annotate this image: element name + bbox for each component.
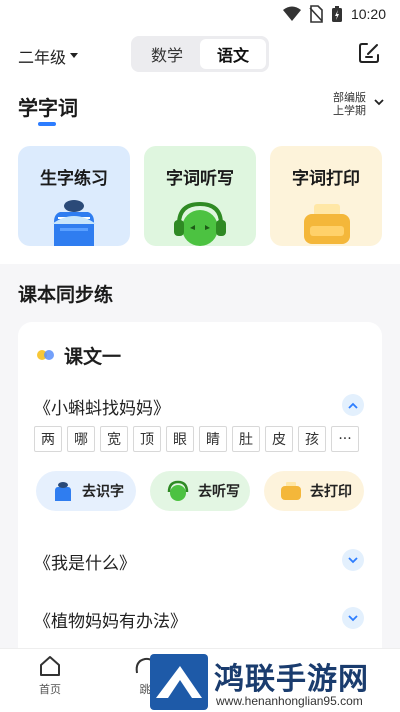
article-title[interactable]: 《我是什么》	[34, 549, 136, 574]
home-icon	[40, 656, 60, 676]
section-title-sync: 课本同步练	[18, 285, 114, 306]
edit-icon[interactable]	[358, 42, 380, 64]
tab-chinese[interactable]: 语文	[200, 39, 266, 69]
character-cell[interactable]: 眼	[166, 426, 194, 452]
title-underline	[38, 122, 56, 126]
character-cell[interactable]: 肚	[232, 426, 260, 452]
chevron-down-icon	[348, 556, 358, 563]
printer-icon	[304, 204, 350, 244]
edition-selector[interactable]: 部编版 上学期	[333, 92, 366, 118]
watermark-title: 鸿联手游网	[214, 663, 369, 696]
card-label: 生字练习	[40, 169, 108, 188]
lesson-title: 课文一	[64, 347, 122, 368]
character-cell[interactable]: 睛	[199, 426, 227, 452]
collapse-button[interactable]	[342, 394, 364, 416]
expand-button[interactable]	[342, 549, 364, 571]
expand-button[interactable]	[342, 607, 364, 629]
character-cell[interactable]: 哪	[67, 426, 95, 452]
nav-home[interactable]: 首页	[20, 655, 80, 697]
button-label: 去听写	[198, 483, 240, 499]
card-word-dictation[interactable]: 字词听写	[144, 146, 256, 246]
section-title-learn-words: 学字词	[18, 98, 78, 120]
chevron-up-icon	[348, 402, 358, 409]
go-dictation-button[interactable]: 去听写	[150, 471, 250, 511]
grade-selector[interactable]: 二年级	[18, 44, 79, 68]
grade-label: 二年级	[18, 50, 67, 67]
go-learn-characters-button[interactable]: 去识字	[36, 471, 136, 511]
status-time: 10:20	[350, 6, 386, 22]
printer-icon	[281, 482, 301, 500]
go-print-button[interactable]: 去打印	[264, 471, 364, 511]
character-cell[interactable]: 宽	[100, 426, 128, 452]
card-word-print[interactable]: 字词打印	[270, 146, 382, 246]
character-cell[interactable]: 孩	[298, 426, 326, 452]
button-label: 去识字	[82, 483, 124, 499]
no-sim-icon	[309, 5, 323, 23]
character-list: 两 哪 宽 顶 眼 睛 肚 皮 孩 ···	[34, 426, 359, 452]
character-cell[interactable]: 两	[34, 426, 62, 452]
pen-cup-icon	[55, 482, 71, 501]
chevron-down-icon[interactable]	[374, 98, 384, 106]
nav-label: 首页	[39, 684, 61, 696]
edition-line-2: 上学期	[333, 105, 366, 117]
status-bar: 10:20	[0, 0, 400, 28]
headphone-monster-icon	[174, 201, 226, 246]
chevron-down-icon	[348, 614, 358, 621]
more-characters-button[interactable]: ···	[331, 426, 359, 452]
button-label: 去打印	[310, 483, 352, 499]
wifi-icon	[282, 6, 301, 21]
watermark-overlay: 鸿联手游网 www.henanhonglian95.com	[150, 652, 400, 712]
character-cell[interactable]: 顶	[133, 426, 161, 452]
watermark-logo	[150, 654, 208, 710]
tab-math[interactable]: 数学	[134, 39, 200, 69]
watermark-url: www.henanhonglian95.com	[216, 694, 363, 708]
lesson-dots-icon	[37, 350, 54, 360]
card-label: 字词打印	[292, 169, 360, 188]
pen-cup-icon	[52, 200, 96, 246]
article-title[interactable]: 《小蝌蚪找妈妈》	[34, 394, 170, 419]
card-label: 字词听写	[166, 169, 234, 188]
battery-icon	[331, 6, 342, 22]
subject-switch: 数学 语文	[131, 36, 269, 72]
article-title[interactable]: 《植物妈妈有办法》	[34, 607, 187, 632]
nav-label: 跳	[139, 684, 151, 696]
caret-down-icon	[70, 53, 79, 58]
edition-line-1: 部编版	[333, 92, 366, 104]
character-cell[interactable]: 皮	[265, 426, 293, 452]
card-character-practice[interactable]: 生字练习	[18, 146, 130, 246]
app-header: 二年级 数学 语文	[0, 28, 400, 84]
headphone-monster-icon	[167, 480, 189, 501]
